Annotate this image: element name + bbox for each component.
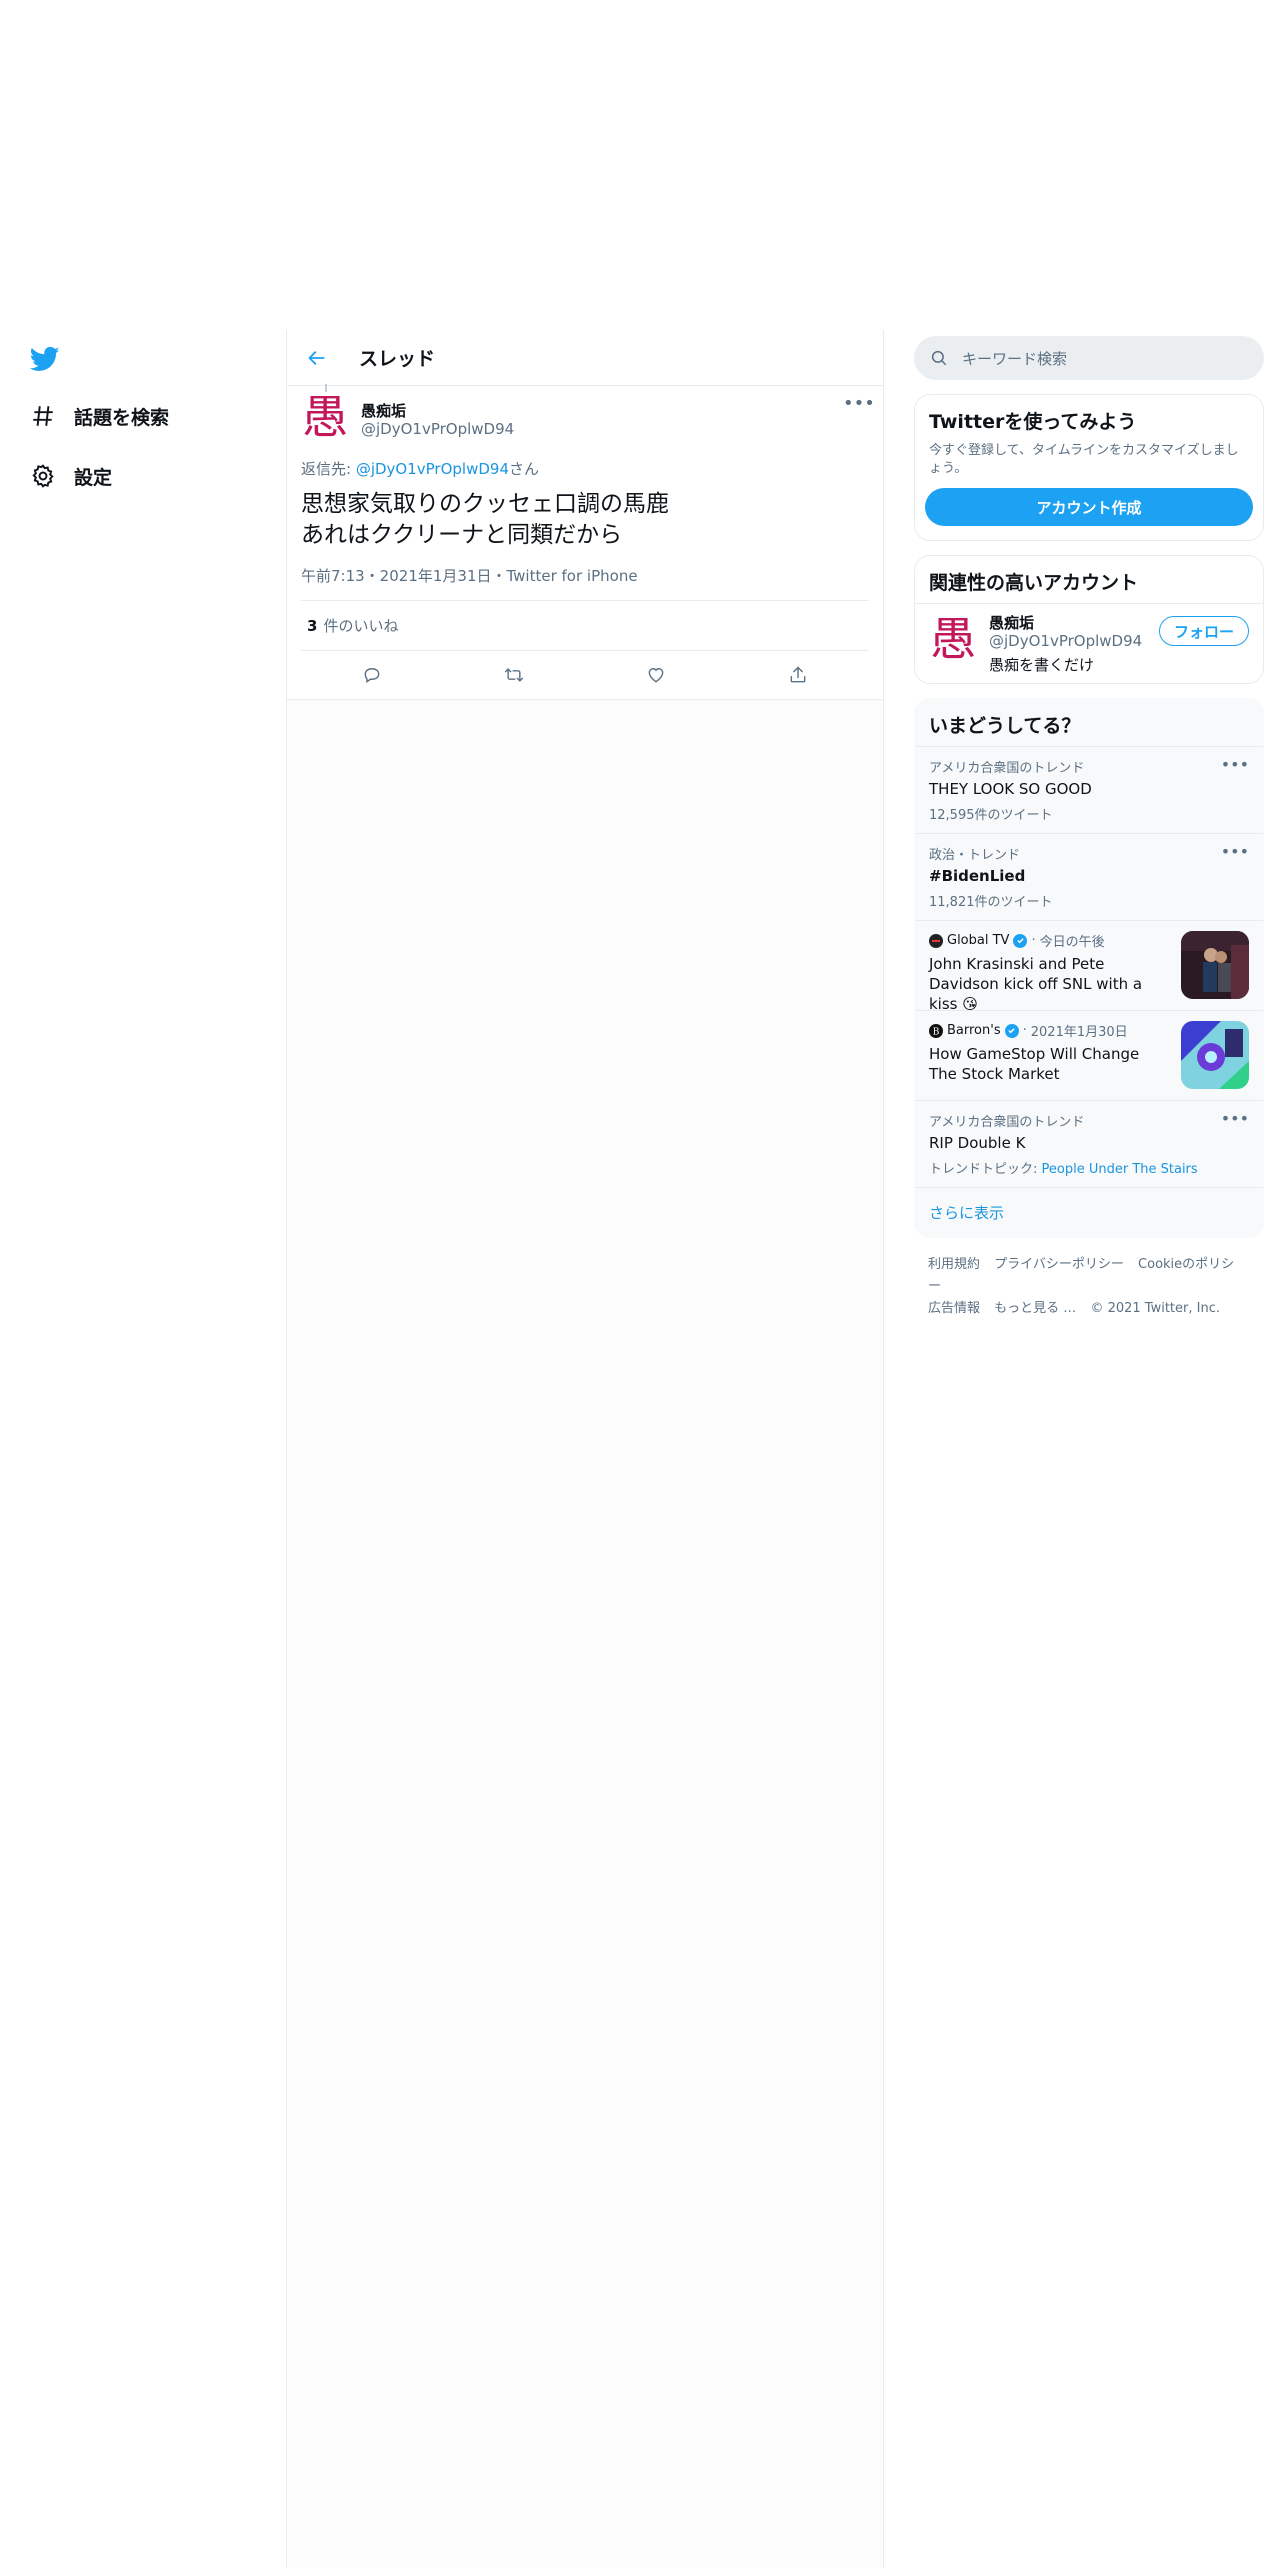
tweet-actions bbox=[301, 651, 869, 699]
retweet-button[interactable] bbox=[495, 656, 533, 694]
trends-card: いまどうしてる？ アメリカ合衆国のトレンド THEY LOOK SO GOOD … bbox=[914, 698, 1264, 1238]
more-icon[interactable]: ••• bbox=[1221, 842, 1249, 861]
signup-button[interactable]: アカウント作成 bbox=[925, 488, 1253, 526]
verified-icon bbox=[1013, 933, 1028, 948]
verified-icon bbox=[1004, 1023, 1019, 1038]
signup-title: Twitterを使ってみよう bbox=[929, 411, 1137, 433]
tweet-likes[interactable]: 3 件のいいね bbox=[301, 601, 869, 651]
related-accounts-card: 関連性の高いアカウント 愚 愚痴垢 @jDyO1vPrOplwD94 愚痴を書く… bbox=[914, 555, 1264, 684]
trend-count: 12,595件のツイート bbox=[929, 808, 1053, 823]
share-button[interactable] bbox=[779, 656, 817, 694]
heart-icon bbox=[648, 668, 664, 683]
news-source-name: Barron's bbox=[947, 1023, 1001, 1038]
twitter-logo-icon[interactable] bbox=[28, 344, 62, 374]
more-icon[interactable]: ••• bbox=[1221, 755, 1249, 774]
search-placeholder: キーワード検索 bbox=[962, 349, 1068, 368]
avatar[interactable]: 愚 bbox=[301, 390, 349, 444]
footer-link-ads[interactable]: 広告情報 bbox=[928, 1301, 980, 1316]
thread-column: スレッド 愚 愚痴垢 @jDyO1vPrOplwD94 ••• 返信先: @jD… bbox=[286, 330, 884, 2568]
follow-button[interactable]: フォロー bbox=[1158, 616, 1249, 646]
author-name[interactable]: 愚痴垢 bbox=[361, 400, 406, 421]
reply-suffix: さん bbox=[509, 460, 540, 478]
trend-item[interactable]: 政治・トレンド #BidenLied 11,821件のツイート ••• bbox=[915, 833, 1263, 920]
likes-label: 件のいいね bbox=[323, 617, 399, 635]
signup-card: Twitterを使ってみよう 今すぐ登録して、タイムラインをカスタマイズしましょ… bbox=[914, 394, 1264, 541]
nav-settings[interactable]: 設定 bbox=[28, 456, 112, 496]
nav-settings-label: 設定 bbox=[74, 466, 113, 489]
news-headline: How GameStop Will Change The Stock Marke… bbox=[929, 1045, 1140, 1083]
footer: 利用規約 プライバシーポリシー Cookieのポリシー 広告情報 もっと見る …… bbox=[914, 1238, 1264, 1336]
news-source-name: Global TV bbox=[947, 933, 1010, 948]
retweet-icon bbox=[504, 668, 524, 682]
search-input[interactable]: キーワード検索 bbox=[914, 336, 1264, 380]
news-thumbnail bbox=[1181, 931, 1249, 999]
news-headline: John Krasinski and Pete Davidson kick of… bbox=[929, 955, 1143, 1013]
trend-item[interactable]: アメリカ合衆国のトレンド RIP Double K トレンドトピック: Peop… bbox=[915, 1100, 1263, 1187]
back-button[interactable] bbox=[297, 338, 337, 378]
trend-topic: #BidenLied bbox=[929, 867, 1026, 885]
page-title: スレッド bbox=[359, 348, 436, 370]
footer-link-privacy[interactable]: プライバシーポリシー bbox=[994, 1257, 1124, 1272]
footer-link-terms[interactable]: 利用規約 bbox=[928, 1257, 980, 1272]
nav-explore-label: 話題を検索 bbox=[74, 406, 170, 429]
account-name: 愚痴垢 bbox=[989, 614, 1035, 632]
trend-topic: THEY LOOK SO GOOD bbox=[929, 780, 1092, 798]
tweet-header: 愚 愚痴垢 @jDyO1vPrOplwD94 ••• bbox=[301, 384, 875, 452]
news-time: 2021年1月30日 bbox=[1030, 1025, 1128, 1040]
avatar: 愚 bbox=[930, 612, 976, 666]
right-sidebar: キーワード検索 Twitterを使ってみよう 今すぐ登録して、タイムラインをカス… bbox=[914, 336, 1264, 1336]
thread-header: スレッド bbox=[287, 330, 883, 386]
likes-count: 3 bbox=[307, 616, 318, 635]
reply-button[interactable] bbox=[353, 656, 391, 694]
news-item[interactable]: B Barron's · 2021年1月30日 How GameStop Wil… bbox=[915, 1010, 1263, 1100]
trend-context: アメリカ合衆国のトレンド bbox=[929, 761, 1085, 776]
share-icon bbox=[790, 666, 806, 683]
barrons-logo-icon: B bbox=[929, 1023, 943, 1038]
search-icon bbox=[931, 350, 947, 366]
arrow-left-icon bbox=[308, 350, 325, 365]
news-item[interactable]: Global TV · 今日の午後 John Krasinski and Pet… bbox=[915, 920, 1263, 1013]
show-more-link[interactable]: さらに表示 bbox=[915, 1187, 1263, 1237]
trend-context: 政治・トレンド bbox=[929, 848, 1021, 863]
trend-item[interactable]: アメリカ合衆国のトレンド THEY LOOK SO GOOD 12,595件のツ… bbox=[915, 746, 1263, 833]
account-handle: @jDyO1vPrOplwD94 bbox=[989, 632, 1143, 650]
more-icon[interactable]: ••• bbox=[843, 395, 875, 416]
trends-title: いまどうしてる？ bbox=[929, 715, 1081, 737]
reply-icon bbox=[364, 668, 380, 684]
signup-description: 今すぐ登録して、タイムラインをカスタマイズしましょう。 bbox=[929, 443, 1239, 476]
reply-to: 返信先: @jDyO1vPrOplwD94さん bbox=[301, 458, 869, 479]
trend-topic: RIP Double K bbox=[929, 1134, 1026, 1152]
trend-related-prefix: トレンドトピック: bbox=[929, 1162, 1042, 1177]
nav-explore[interactable]: 話題を検索 bbox=[28, 396, 169, 436]
globaltv-logo-icon bbox=[929, 933, 943, 948]
trend-context: アメリカ合衆国のトレンド bbox=[929, 1115, 1085, 1130]
author-handle[interactable]: @jDyO1vPrOplwD94 bbox=[361, 420, 514, 438]
hashtag-icon bbox=[28, 401, 58, 431]
tweet: 愚 愚痴垢 @jDyO1vPrOplwD94 ••• 返信先: @jDyO1vP… bbox=[287, 384, 883, 700]
gear-icon bbox=[28, 461, 58, 491]
trend-count: 11,821件のツイート bbox=[929, 895, 1053, 910]
account-bio: 愚痴を書くだけ bbox=[989, 656, 1095, 674]
like-button[interactable] bbox=[637, 656, 675, 694]
news-thumbnail bbox=[1181, 1021, 1249, 1089]
related-title: 関連性の高いアカウント bbox=[929, 572, 1139, 594]
related-account[interactable]: 愚 愚痴垢 @jDyO1vPrOplwD94 愚痴を書くだけ フォロー bbox=[915, 603, 1263, 683]
footer-link-more[interactable]: もっと見る … bbox=[994, 1301, 1076, 1316]
more-icon[interactable]: ••• bbox=[1221, 1109, 1249, 1128]
trend-related: トレンドトピック: People Under The Stairs bbox=[929, 1158, 1249, 1177]
tweet-text: 思想家気取りのクッセェ口調の馬鹿 あれはククリーナと同類だから bbox=[301, 491, 669, 548]
news-time: 今日の午後 bbox=[1039, 935, 1105, 950]
trend-related-link[interactable]: People Under The Stairs bbox=[1042, 1162, 1198, 1177]
reply-handle-link[interactable]: @jDyO1vPrOplwD94 bbox=[356, 460, 509, 478]
footer-copyright: © 2021 Twitter, Inc. bbox=[1090, 1301, 1220, 1316]
reply-prefix: 返信先: bbox=[301, 460, 356, 478]
tweet-timestamp[interactable]: 午前7:13・2021年1月31日・Twitter for iPhone bbox=[301, 565, 869, 601]
svg-text:B: B bbox=[933, 1027, 940, 1037]
